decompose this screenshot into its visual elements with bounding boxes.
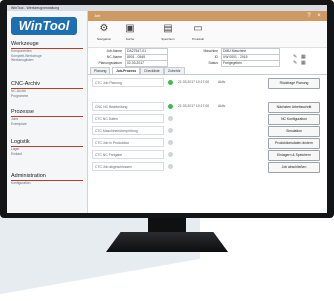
protocol-icon: ▭ [193, 23, 203, 34]
planned-date-field[interactable]: 02.03.2017 [125, 60, 168, 67]
toolbar-label: Speichern [161, 37, 175, 41]
close-icon[interactable]: × [316, 13, 322, 19]
sidebar-section-prozesse: Prozesse Jobs Exemplare [11, 109, 83, 126]
process-action-button[interactable]: Nächsten Arbeitsschritt [268, 102, 320, 113]
tab-bar: Planung Job-Prozess Checkliste Zubehör [88, 67, 327, 75]
status-dot [168, 140, 173, 145]
process-steps-list: CTC Job Planung 21.03.2017 10:17:00 Akti… [92, 77, 322, 209]
process-state: Aktiv [218, 104, 226, 108]
sidebar-item[interactable]: Exemplare [11, 122, 83, 127]
machine-label: Maschine [203, 49, 218, 53]
process-step-label: CTC Maschinenüberprüfung [92, 126, 164, 135]
process-row: CTC NC Daten NC Konfiguration [92, 113, 322, 125]
navigation-icon: ⚙ [99, 23, 109, 34]
sidebar-section-title[interactable]: Prozesse [11, 109, 83, 117]
process-step-label: CTC Job Planung [92, 78, 164, 87]
process-row: CTC Job abgeschlossen Job abschließen [92, 161, 322, 173]
search-button[interactable]: ▣ Suche [118, 23, 142, 41]
app-logo: WinTool [11, 17, 77, 35]
status-dot [168, 152, 173, 157]
sidebar-item[interactable]: Konfiguration [11, 181, 83, 186]
job-header-form: Job-Name DA27547-01 NC-Name 8001 - 0545 … [88, 47, 327, 67]
process-row: CNC NC Bearbeitung 21.03.2017 10:17:00 A… [92, 101, 322, 113]
tab-planung[interactable]: Planung [90, 67, 111, 74]
process-time: 21.03.2017 10:17:00 [178, 104, 210, 108]
status-dot [168, 116, 173, 121]
sidebar-section-title[interactable]: Administration [11, 173, 83, 181]
status-dot [168, 80, 173, 85]
process-step-label: CTC NC Daten [92, 114, 164, 123]
process-action-button[interactable]: NC Konfiguration [268, 114, 320, 125]
nc-name-label: NC-Name [106, 55, 122, 59]
monitor-stand-base [106, 232, 228, 252]
status-dot [168, 164, 173, 169]
sidebar-section-title[interactable]: Werkzeuge [11, 41, 83, 49]
job-window-title: Job [94, 13, 101, 18]
sidebar-item[interactable]: Programme [11, 94, 83, 99]
monitor-bezel: WinTool - Werkzeugverwaltung WinTool Wer… [0, 0, 334, 218]
sidebar-section-werkzeuge: Werkzeuge Komponenten Komplett-Werkzeuge… [11, 41, 83, 63]
toolbar: ⚙ Navigation ▣ Suche ▤ Speichern ▭ Proto… [88, 21, 327, 48]
save-button[interactable]: ▤ Speichern [156, 23, 180, 41]
status-dot [168, 104, 173, 109]
job-window-titlebar: Job ? × [88, 11, 327, 21]
copy-icon[interactable]: ▦ [301, 60, 306, 66]
status-field[interactable]: Freigegeben [221, 60, 280, 67]
job-name-label: Job-Name [106, 49, 122, 53]
process-action-button[interactable]: Rückfrage Planung [268, 78, 320, 89]
process-action-button[interactable]: Produktionsdaten ändern [268, 138, 320, 149]
process-action-button[interactable]: Job abschließen [268, 162, 320, 173]
monitor-screen: WinTool - Werkzeugverwaltung WinTool Wer… [7, 5, 327, 213]
edit-icon[interactable]: ✎ [293, 60, 297, 66]
process-action-button[interactable]: Einlagern & Speichern [268, 150, 320, 161]
tab-checkliste[interactable]: Checkliste [140, 67, 164, 74]
process-row: CTC Job in Produktion Produktionsdaten ä… [92, 137, 322, 149]
search-icon: ▣ [125, 23, 135, 34]
process-row: CTC Maschinenüberprüfung Simulation [92, 125, 322, 137]
main-panel: Job ? × ⚙ Navigation ▣ Suche ▤ Speichern [88, 11, 327, 213]
tab-job-prozess[interactable]: Job-Prozess [112, 67, 141, 74]
toolbar-label: Protokoll [192, 37, 204, 41]
sidebar-section-cnc-archiv: CNC-Archiv NC-Archiv Programme [11, 81, 83, 98]
help-icon[interactable]: ? [306, 13, 312, 19]
protocol-button[interactable]: ▭ Protokoll [186, 23, 210, 41]
tab-zubehoer[interactable]: Zubehör [164, 67, 185, 74]
process-step-label: CTC Job in Produktion [92, 138, 164, 147]
status-label: Status [208, 61, 218, 65]
process-step-label: CTC Job abgeschlossen [92, 162, 164, 171]
navigation-button[interactable]: ⚙ Navigation [92, 23, 116, 41]
sidebar-item[interactable]: Einkauf [11, 152, 83, 157]
toolbar-label: Navigation [96, 37, 112, 41]
sidebar-section-title[interactable]: CNC-Archiv [11, 81, 83, 89]
save-icon: ▤ [163, 23, 173, 34]
process-time: 21.03.2017 10:17:00 [178, 80, 210, 84]
sidebar: WinTool Werkzeuge Komponenten Komplett-W… [7, 11, 88, 213]
sidebar-section-logistik: Logistik Lager Einkauf [11, 139, 83, 156]
sidebar-item[interactable]: Werkzeuglisten [11, 58, 83, 63]
process-action-button[interactable]: Simulation [268, 126, 320, 137]
toolbar-label: Suche [125, 37, 135, 41]
process-state: Aktiv [218, 80, 226, 84]
process-row: CTC Job Planung 21.03.2017 10:17:00 Akti… [92, 77, 322, 89]
sidebar-section-administration: Administration Konfiguration [11, 173, 83, 186]
planned-date-label: Planungsdatum [98, 61, 122, 65]
id-label: ID [214, 55, 218, 59]
process-step-label: CNC NC Bearbeitung [92, 102, 164, 111]
window-title: WinTool - Werkzeugverwaltung [11, 6, 60, 10]
status-dot [168, 128, 173, 133]
sidebar-section-title[interactable]: Logistik [11, 139, 83, 147]
process-step-label: CTC NC Freigabe [92, 150, 164, 159]
process-row: CTC NC Freigabe Einlagern & Speichern [92, 149, 322, 161]
